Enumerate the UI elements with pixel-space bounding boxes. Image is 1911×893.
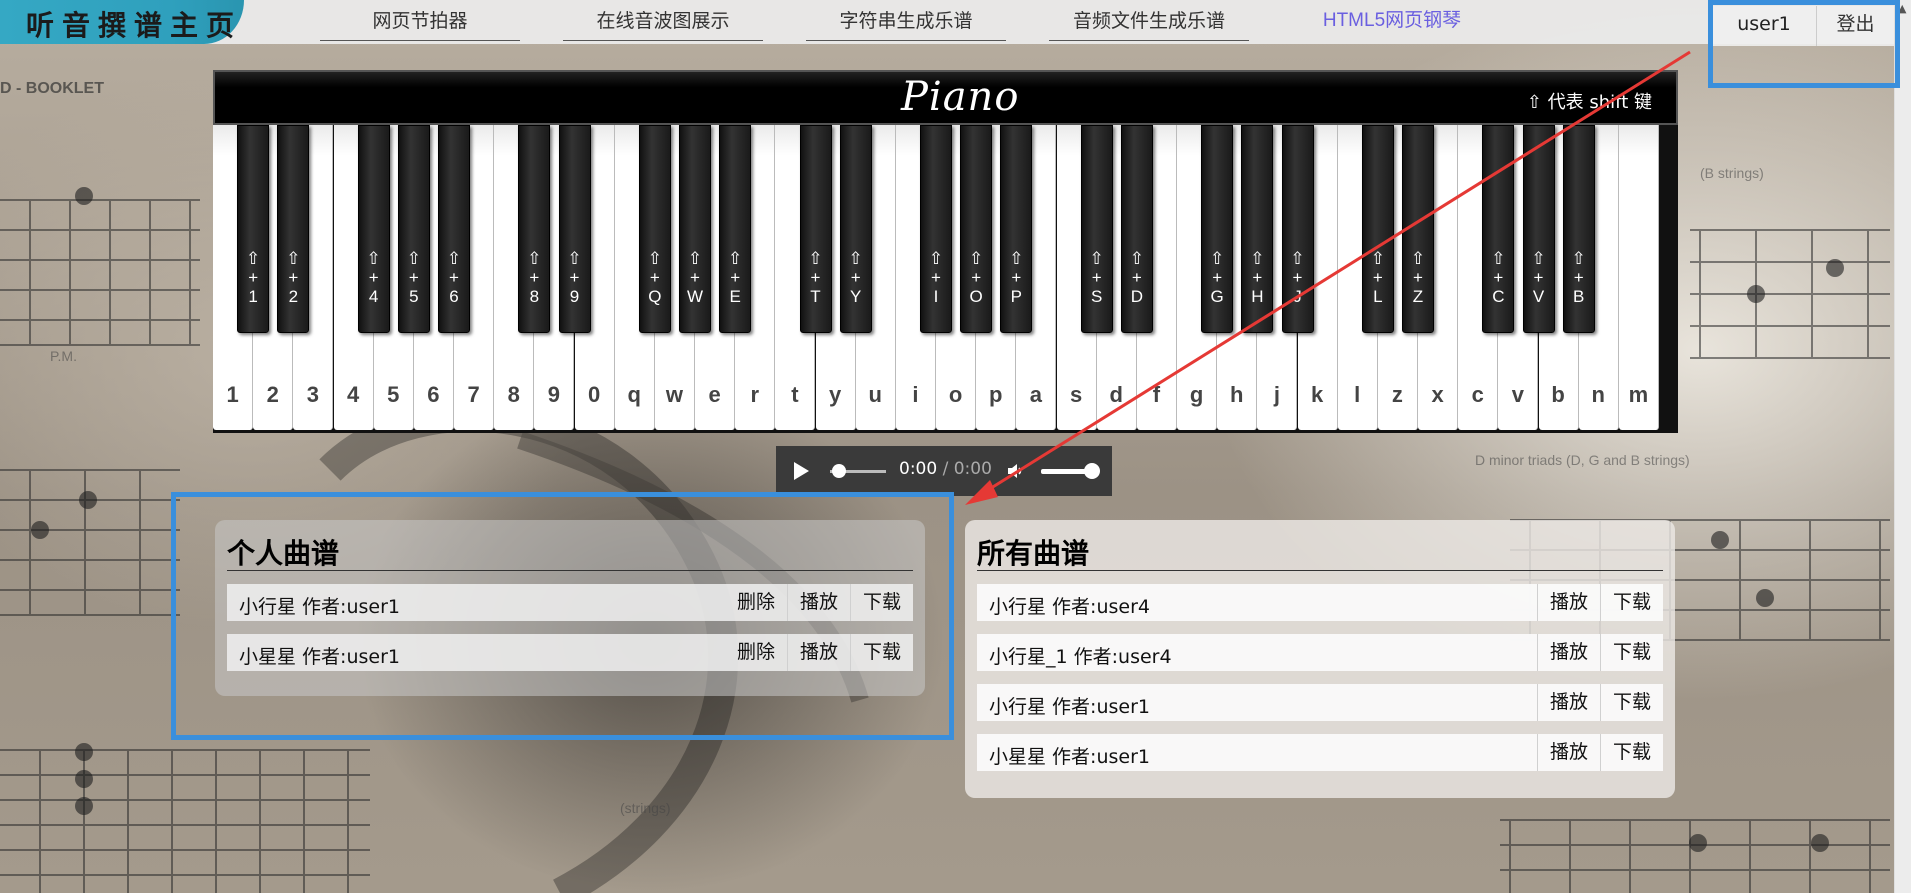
annotation-arrow	[965, 50, 1691, 505]
